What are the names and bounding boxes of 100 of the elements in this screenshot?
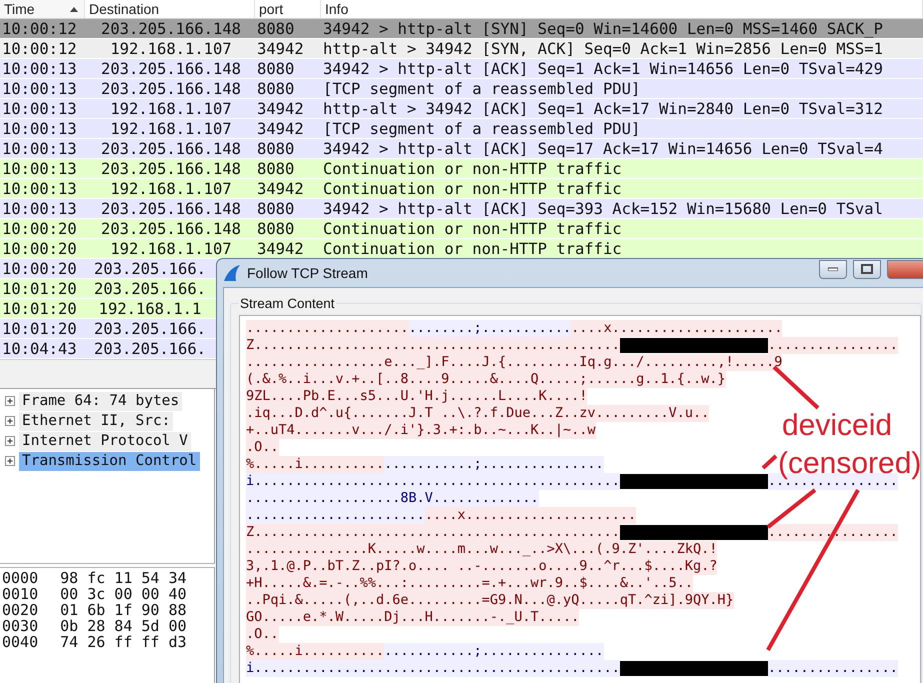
client-stream-text: GO.....e.*.W.....Dj...H.......-._U.T..... [246,609,580,626]
hex-offset: 0000 [2,570,38,586]
port-cell-text: 8080 [256,220,296,238]
tree-item[interactable]: Frame 64: 74 bytes [19,392,182,410]
tree-item[interactable]: Ethernet II, Src: [19,412,174,430]
hex-offset: 0040 [2,634,38,650]
server-stream-text: i............................................. [246,660,620,677]
destination-cell-text: 203.205.166. [93,320,207,338]
client-stream-text: .................e..._].F....J.{.........Iq.g.../.........,!.....9 [246,354,782,371]
client-stream-text: Z............................................. [246,337,620,354]
packet-row[interactable]: 10:00:13 203.205.166.148 8080 34942 > http-alt [ACK] Seq=393 Ack=152 Win=15680 Len=0 TSval [0,199,923,219]
server-stream-text: i............................................. [246,473,620,490]
info-cell-text: 34942 > http-alt [ACK] Seq=1 Ack=1 Win=14656 Len=0 TSval=429 [322,60,884,78]
destination-cell-text: 203.205.166.148 [100,60,242,78]
packet-row[interactable]: 10:00:12 192.168.1.107 34942 http-alt > 34942 [SYN, ACK] Seq=0 Ack=1 Win=2856 Len=0 MSS=1 [0,39,923,59]
info-cell-text: Continuation or non-HTTP traffic [322,240,623,258]
server-stream-text: ...................8B.V............. [246,490,539,507]
port-cell-text: 8080 [256,200,296,218]
sort-ascending-icon [70,6,78,12]
client-stream-text: ....x..................... [424,507,636,524]
packet-row[interactable]: 10:00:13 203.205.166.148 8080 Continuation or non-HTTP traffic [0,159,923,179]
server-stream-text: ...........;............... [384,643,604,660]
port-cell-text: 8080 [256,160,296,178]
info-cell-text: Continuation or non-HTTP traffic [322,220,623,238]
tree-item[interactable]: Internet Protocol V [19,432,191,450]
packet-row[interactable]: 10:00:13 192.168.1.107 34942 http-alt > 34942 [ACK] Seq=1 Ack=17 Win=2840 Len=0 TSval=312 [0,99,923,119]
time-cell-text: 10:00:20 [1,240,78,258]
port-cell-text: 34942 [256,180,305,198]
time-cell-text: 10:00:13 [1,80,78,98]
packet-row[interactable]: 10:00:13 192.168.1.107 34942 Continuation or non-HTTP traffic [0,179,923,199]
time-cell-text: 10:00:13 [1,60,78,78]
time-cell-text: 10:00:20 [1,260,78,278]
packet-row[interactable]: 10:00:20 192.168.1.107 34942 Continuation or non-HTTP traffic [0,239,923,259]
destination-cell-text: 203.205.166.148 [100,20,242,38]
client-stream-text: ..Pqi.&.....(,..d.6e.........=G9.N...@.yQ.....qT.^zi].9QY.H} [246,592,734,609]
group-label: Stream Content [239,296,336,311]
hex-bytes: 01 6b 1f 90 88 [60,602,187,618]
info-cell-text: http-alt > 34942 [SYN, ACK] Seq=0 Ack=1 Win=2856 Len=0 MSS=1 [322,40,884,58]
time-cell-text: 10:00:13 [1,200,78,218]
server-stream-text: ................ [768,660,898,677]
client-stream-text: Z............................................. [246,524,620,541]
info-cell-text: 34942 > http-alt [ACK] Seq=17 Ack=17 Win=14656 Len=0 TSval=4 [322,140,884,158]
info-cell-text: Continuation or non-HTTP traffic [322,160,623,178]
hex-offset: 0030 [2,618,38,634]
expand-icon[interactable] [5,456,15,466]
info-cell-text: [TCP segment of a reassembled PDU] [322,80,642,98]
time-cell-text: 10:00:13 [1,100,78,118]
destination-cell-text: 192.168.1.107 [109,240,233,258]
port-cell-text: 34942 [256,40,305,58]
packet-row[interactable]: 10:00:12 203.205.166.148 8080 34942 > http-alt [SYN] Seq=0 Win=14600 Len=0 MSS=1460 SACK_P [0,19,923,39]
time-cell-text: 10:00:13 [1,120,78,138]
hex-bytes: 00 3c 00 00 40 [60,586,187,602]
client-stream-text: 3,.1.@.P..bT.Z..pI?.o.... ..-.......o....9..^r...$....Kg.? [246,558,718,575]
info-cell-text: Continuation or non-HTTP traffic [322,180,623,198]
hex-bytes: 98 fc 11 54 34 [60,570,187,586]
maximize-button[interactable] [853,260,881,278]
packet-row[interactable]: 10:00:13 203.205.166.148 8080 34942 > http-alt [ACK] Seq=1 Ack=1 Win=14656 Len=0 TSval=429 [0,59,923,79]
client-stream-text: 9ZL....Pb.E...s5...U.'H.j......L....K....! [246,388,588,405]
hex-bytes: 74 26 ff ff d3 [60,634,187,650]
client-stream-text: .O.. [246,439,279,456]
destination-cell-text: 192.168.1.107 [109,120,233,138]
destination-cell-text: 203.205.166.148 [100,80,242,98]
port-cell-text: 8080 [256,60,296,78]
port-cell-text: 8080 [256,80,296,98]
server-stream-text: ........;........... [408,320,572,337]
time-cell-text: 10:00:12 [1,40,78,58]
expand-icon[interactable] [5,416,15,426]
close-button[interactable] [887,260,923,278]
time-cell-text: 10:01:20 [1,280,78,298]
expand-icon[interactable] [5,436,15,446]
time-cell-text: 10:00:12 [1,20,78,38]
port-cell-text: 34942 [256,100,305,118]
destination-cell-text: 203.205.166. [93,340,207,358]
expand-icon[interactable] [5,396,15,406]
destination-cell-text: 192.168.1.1 [98,300,202,318]
hex-bytes: 0b 28 84 5d 00 [60,618,187,634]
destination-cell-text: 192.168.1.107 [109,100,233,118]
minimize-button[interactable] [819,260,847,278]
server-stream-text: ...........;............... [384,456,604,473]
time-cell-text: 10:01:20 [1,320,78,338]
client-stream-text: ....x..................... [571,320,782,337]
maximize-icon [861,264,873,274]
packet-row[interactable]: 10:00:13 203.205.166.148 8080 34942 > http-alt [ACK] Seq=17 Ack=17 Win=14656 Len=0 TSval=4 [0,139,923,159]
client-stream-text: .................... [246,320,409,337]
port-cell-text: 8080 [256,140,296,158]
destination-cell-text: 203.205.166.148 [100,140,242,158]
info-cell-text: [TCP segment of a reassembled PDU] [322,120,642,138]
info-cell-text: 34942 > http-alt [SYN] Seq=0 Win=14600 Len=0 MSS=1460 SACK_P [322,20,884,38]
destination-cell-text: 203.205.166.148 [100,200,242,218]
packet-row[interactable]: 10:00:13 192.168.1.107 34942 [TCP segment of a reassembled PDU] [0,119,923,139]
time-cell-text: 10:01:20 [1,300,78,318]
packet-row[interactable]: 10:00:13 203.205.166.148 8080 [TCP segment of a reassembled PDU] [0,79,923,99]
destination-cell-text: 203.205.166.148 [100,220,242,238]
time-cell-text: 10:00:13 [1,160,78,178]
tree-item[interactable]: Transmission Control [19,452,200,470]
column-header[interactable]: Time [0,0,85,18]
destination-cell-text: 203.205.166. [93,260,207,278]
client-stream-text: ...............K.....w....m...w..._..>X\...(.9.Z'....ZkQ.! [246,541,718,558]
packet-row[interactable]: 10:00:20 203.205.166.148 8080 Continuation or non-HTTP traffic [0,219,923,239]
client-stream-text: .O.. [246,626,279,643]
